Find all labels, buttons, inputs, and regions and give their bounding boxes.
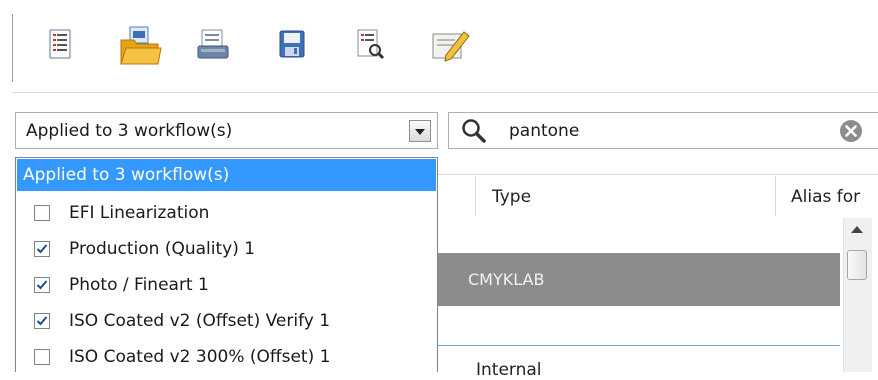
dropdown-item-label: ISO Coated v2 (Offset) Verify 1	[69, 311, 331, 331]
toolbar-bottom-divider	[12, 92, 878, 93]
chevron-down-icon	[415, 129, 425, 135]
table-cell-type: CMYKLAB	[468, 270, 545, 289]
scrollbar-thumb[interactable]	[847, 250, 867, 280]
search-document-icon[interactable]	[350, 22, 390, 68]
report-list-icon[interactable]	[40, 22, 80, 68]
column-header-type[interactable]: Type	[475, 176, 776, 216]
checkbox-checked[interactable]	[34, 313, 50, 329]
column-header-alias-for[interactable]: Alias for	[775, 176, 878, 216]
checkbox-checked[interactable]	[34, 277, 50, 293]
search-icon	[462, 119, 486, 143]
dropdown-item-efi-linearization[interactable]: EFI Linearization	[17, 196, 436, 232]
dropdown-item-label: EFI Linearization	[69, 203, 210, 223]
edit-note-icon[interactable]	[428, 22, 470, 68]
workflow-filter-value: Applied to 3 workflow(s)	[26, 121, 233, 141]
checkmark-icon	[36, 316, 48, 326]
vertical-scrollbar[interactable]	[843, 218, 872, 372]
checkbox-unchecked[interactable]	[34, 205, 50, 221]
table-cell-type: Internal	[476, 360, 542, 380]
table-row-selected[interactable]: CMYKLAB	[438, 253, 840, 306]
checkbox-unchecked[interactable]	[34, 349, 50, 365]
dropdown-item-label: Production (Quality) 1	[69, 239, 256, 259]
open-folder-icon[interactable]	[118, 22, 162, 68]
column-header-label: Alias for	[791, 187, 861, 207]
search-input[interactable]	[507, 117, 811, 145]
workflow-filter-combo[interactable]: Applied to 3 workflow(s)	[15, 112, 438, 149]
dropdown-item-photo-fineart[interactable]: Photo / Fineart 1	[17, 268, 436, 304]
scroll-up-arrow-icon[interactable]	[851, 226, 863, 233]
search-box[interactable]	[448, 112, 878, 149]
dropdown-option-highlighted[interactable]: Applied to 3 workflow(s)	[17, 159, 436, 191]
dropdown-item-iso-coated-verify[interactable]: ISO Coated v2 (Offset) Verify 1	[17, 304, 436, 340]
checkmark-icon	[36, 280, 48, 290]
dropdown-item-label: ISO Coated v2 300% (Offset) 1	[69, 347, 331, 367]
dropdown-item-production-quality[interactable]: Production (Quality) 1	[17, 232, 436, 268]
dropdown-arrow-button[interactable]	[409, 120, 431, 142]
workflow-dropdown-list: Applied to 3 workflow(s) EFI Linearizati…	[15, 157, 438, 372]
column-header-label: Type	[492, 187, 532, 207]
print-icon[interactable]	[193, 22, 233, 68]
dropdown-item-iso-coated-300[interactable]: ISO Coated v2 300% (Offset) 1	[17, 340, 436, 372]
dropdown-option-label: Applied to 3 workflow(s)	[23, 165, 230, 185]
save-disk-icon[interactable]	[272, 22, 312, 68]
row-separator	[438, 345, 840, 346]
table-top-border	[438, 174, 878, 175]
checkmark-icon	[36, 244, 48, 254]
clear-search-icon[interactable]	[839, 119, 863, 143]
toolbar-divider	[12, 14, 13, 82]
dropdown-item-label: Photo / Fineart 1	[69, 275, 209, 295]
checkbox-checked[interactable]	[34, 241, 50, 257]
